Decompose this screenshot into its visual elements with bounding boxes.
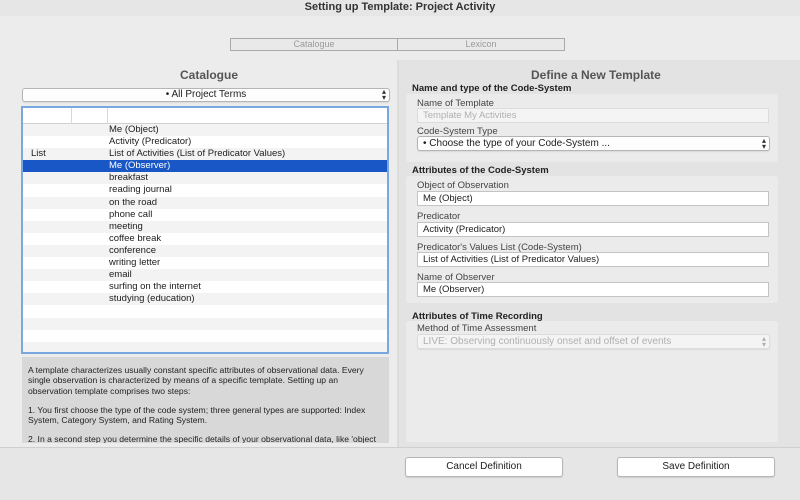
table-row[interactable]: breakfast xyxy=(23,172,387,185)
row-term-cell: studying (education) xyxy=(109,293,195,305)
info-paragraph: 2. In a second step you determine the sp… xyxy=(28,434,376,443)
object-field[interactable]: Me (Object) xyxy=(417,191,769,206)
info-paragraph: A template characterizes usually constan… xyxy=(28,365,364,396)
info-text: A template characterizes usually constan… xyxy=(22,357,389,443)
template-name-field[interactable]: Template My Activities xyxy=(417,108,769,123)
row-term-cell: Me (Object) xyxy=(109,124,159,135)
time-method-label: Method of Time Assessment xyxy=(417,323,537,334)
object-label: Object of Observation xyxy=(417,180,509,191)
row-term-cell: on the road xyxy=(109,196,158,208)
template-name-placeholder: Template My Activities xyxy=(423,110,517,121)
row-term-cell: meeting xyxy=(109,220,143,232)
define-title: Define a New Template xyxy=(531,68,661,82)
row-term-cell: phone call xyxy=(109,208,153,220)
code-system-type-value: • Choose the type of your Code-System ..… xyxy=(423,138,610,149)
row-term-cell: Me (Observer) xyxy=(109,160,171,172)
table-row[interactable] xyxy=(23,317,387,330)
table-row[interactable]: phone call xyxy=(23,209,387,221)
table-row[interactable]: List List of Activities (List of Predicat… xyxy=(23,148,387,161)
predicator-field[interactable]: Activity (Predicator) xyxy=(417,222,769,237)
tab-lexicon[interactable]: Lexicon xyxy=(397,39,564,50)
cancel-definition-button[interactable]: Cancel Definition xyxy=(405,457,563,477)
row-term-cell: email xyxy=(109,269,132,281)
updown-arrows-icon: ▴ ▾ xyxy=(381,87,386,102)
tab-catalogue[interactable]: Catalogue xyxy=(231,39,397,50)
table-body: Me (Object) Activity (Predicator) List List… xyxy=(23,124,387,352)
save-definition-button[interactable]: Save Definition xyxy=(617,457,775,477)
table-row[interactable]: email xyxy=(23,269,387,282)
table-row[interactable]: Me (Observer) xyxy=(23,160,387,173)
table-row[interactable]: on the road xyxy=(23,196,387,209)
table-row[interactable]: writing letter xyxy=(23,257,387,269)
info-paragraph: 1. You first choose the type of the code… xyxy=(28,404,366,426)
table-row[interactable]: reading journal xyxy=(23,184,387,196)
catalogue-title: Catalogue xyxy=(180,68,239,82)
table-row[interactable]: Me (Object) xyxy=(23,124,387,137)
updown-arrows-icon: ▴ ▾ xyxy=(761,136,766,151)
table-row[interactable]: Activity (Predicator) xyxy=(23,136,387,148)
row-term-cell: reading journal xyxy=(109,184,172,196)
catalogue-filter-value: • All Project Terms xyxy=(165,89,247,100)
row-term-cell: surfing on the internet xyxy=(109,281,201,293)
table-row[interactable]: coffee break xyxy=(23,233,387,245)
row-type-cell: List xyxy=(31,148,46,160)
segmented-control[interactable]: Catalogue Lexicon xyxy=(230,38,565,51)
predicator-label: Predicator xyxy=(417,211,461,222)
row-term-cell: Activity (Predicator) xyxy=(109,136,192,148)
window-title: Setting up Template: Project Activity xyxy=(0,0,800,16)
attributes-section-title: Attributes of the Code-System xyxy=(412,165,549,176)
catalogue-filter-select[interactable]: • All Project Terms ▴ ▾ xyxy=(22,88,390,102)
table-row[interactable] xyxy=(23,305,387,317)
row-term-cell: coffee break xyxy=(109,232,162,244)
updown-arrows-icon: ▴ ▾ xyxy=(761,334,766,349)
table-row[interactable]: meeting xyxy=(23,220,387,233)
table-row[interactable]: surfing on the internet xyxy=(23,281,387,293)
table-row[interactable]: conference xyxy=(23,244,387,258)
observer-field[interactable]: Me (Observer) xyxy=(417,282,769,297)
values-list-field[interactable]: List of Activities (List of Predicator V… xyxy=(417,252,769,267)
row-term-cell: breakfast xyxy=(109,172,149,184)
table-header xyxy=(23,108,387,124)
catalogue-table[interactable]: Me (Object) Activity (Predicator) List List… xyxy=(21,106,389,354)
code-system-section-title: Name and type of the Code-System xyxy=(412,83,572,94)
table-row[interactable] xyxy=(23,330,387,342)
time-method-select[interactable]: LIVE: Observing continuously onset and o… xyxy=(417,334,770,349)
row-term-cell: conference xyxy=(109,244,157,256)
table-row[interactable] xyxy=(23,341,387,352)
time-method-value: LIVE: Observing continuously onset and o… xyxy=(423,336,672,347)
table-row[interactable]: studying (education) xyxy=(23,293,387,306)
code-system-type-select[interactable]: • Choose the type of your Code-System ..… xyxy=(417,136,770,151)
row-term-cell: List of Activities (List of Predicator V… xyxy=(109,148,286,160)
row-term-cell: writing letter xyxy=(109,257,161,269)
